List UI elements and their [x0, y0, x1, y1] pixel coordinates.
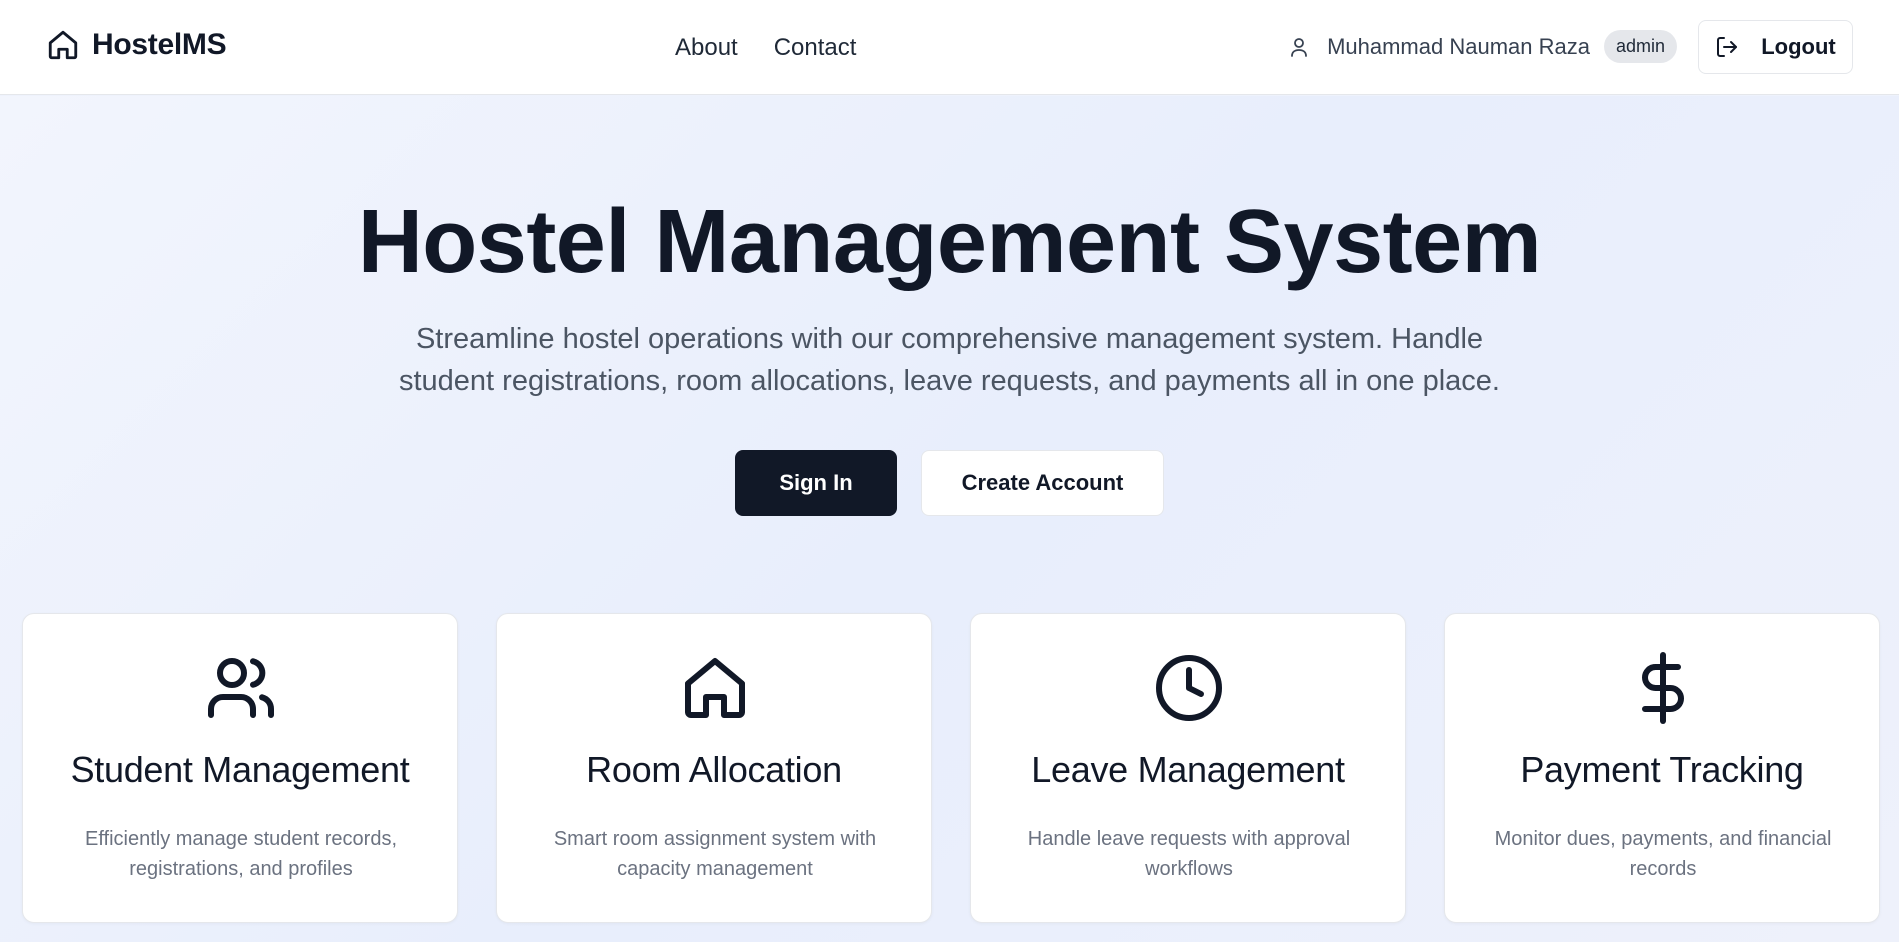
brand-name: HostelMS [92, 28, 227, 61]
hero-section: Hostel Management System Streamline host… [0, 96, 1899, 942]
feature-card-leave-management: Leave Management Handle leave requests w… [970, 613, 1406, 923]
user-info: Muhammad Nauman Raza admin [1287, 30, 1677, 63]
feature-title: Payment Tracking [1520, 749, 1804, 790]
main-nav: About Contact [675, 34, 856, 62]
feature-title: Room Allocation [586, 749, 842, 790]
feature-card-room-allocation: Room Allocation Smart room assignment sy… [496, 613, 932, 923]
feature-description: Smart room assignment system with capaci… [553, 828, 877, 880]
hero-actions: Sign In Create Account [735, 450, 1164, 516]
home-icon [685, 658, 745, 718]
logout-icon [1717, 37, 1738, 57]
feature-card-payment-tracking: Payment Tracking Monitor dues, payments,… [1444, 613, 1880, 923]
page-title: Hostel Management System [357, 192, 1542, 292]
sign-in-button[interactable]: Sign In [735, 450, 897, 516]
feature-description: Monitor dues, payments, and financial re… [1494, 828, 1832, 880]
hero-subtitle: Streamline hostel operations with our co… [398, 323, 1500, 397]
nav-link-about[interactable]: About [675, 34, 738, 62]
role-badge: admin [1603, 30, 1677, 63]
brand-link[interactable]: HostelMS [46, 28, 227, 62]
clock-icon [1156, 655, 1222, 721]
nav-link-contact[interactable]: Contact [774, 34, 857, 62]
user-name: Muhammad Nauman Raza [1327, 33, 1590, 59]
dollar-icon [1642, 652, 1684, 724]
logout-label: Logout [1761, 34, 1836, 59]
logout-button[interactable]: Logout [1698, 20, 1853, 74]
create-account-button[interactable]: Create Account [921, 450, 1164, 516]
feature-card-student-management: Student Management Efficiently manage st… [22, 613, 458, 923]
feature-cards: Student Management Efficiently manage st… [22, 613, 1880, 923]
top-navbar: HostelMS About Contact Muhammad Nauman R… [0, 0, 1899, 95]
feature-title: Leave Management [1031, 749, 1345, 790]
home-icon [48, 30, 78, 60]
feature-description: Handle leave requests with approval work… [1027, 828, 1351, 880]
user-icon [1291, 37, 1307, 57]
feature-description: Efficiently manage student records, regi… [84, 828, 398, 880]
feature-title: Student Management [70, 749, 410, 790]
users-icon [208, 658, 275, 718]
